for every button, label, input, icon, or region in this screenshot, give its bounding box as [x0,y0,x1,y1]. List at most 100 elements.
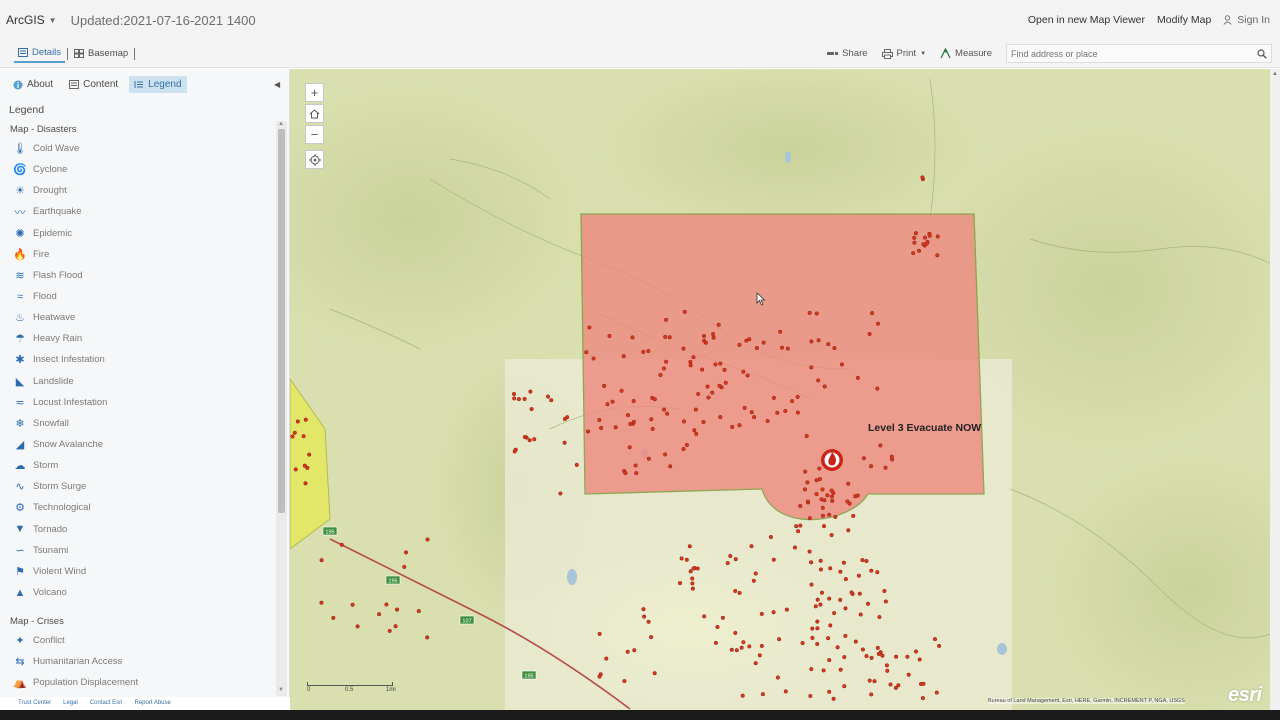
fire-point[interactable] [870,311,875,316]
fire-point[interactable] [718,361,723,366]
fire-point[interactable] [790,399,795,404]
fire-point[interactable] [684,557,689,562]
fire-point[interactable] [705,384,710,389]
fire-point[interactable] [912,240,917,245]
fire-point[interactable] [701,334,707,339]
fire-point[interactable] [853,639,858,644]
fire-point[interactable] [522,434,527,440]
fire-point[interactable] [885,668,890,673]
fire-point[interactable] [691,566,696,571]
fire-point[interactable] [771,557,776,562]
fire-point[interactable] [722,367,727,372]
fire-point[interactable] [827,596,832,601]
fire-point[interactable] [810,635,815,640]
fire-point[interactable] [815,641,820,647]
fire-point[interactable] [798,523,803,528]
fire-point[interactable] [597,418,602,423]
fire-point[interactable] [816,378,821,383]
fire-point[interactable] [857,591,862,596]
legend-scrollbar[interactable]: ▲ ▼ [276,121,287,696]
fire-point[interactable] [771,395,776,400]
locate-button[interactable] [305,150,324,169]
fire-point[interactable] [883,599,888,604]
fire-point[interactable] [803,469,808,474]
fire-point[interactable] [663,334,668,339]
fire-point[interactable] [828,566,833,571]
fire-point[interactable] [820,505,825,510]
fire-point[interactable] [562,440,567,445]
fire-point[interactable] [331,615,336,620]
fire-point[interactable] [661,407,667,412]
fire-point[interactable] [832,346,837,351]
fire-point[interactable] [681,346,686,351]
fire-point[interactable] [598,672,603,677]
fire-point[interactable] [384,602,389,607]
print-button[interactable]: Print ▼ [881,48,926,59]
fire-point[interactable] [818,567,823,572]
fire-point[interactable] [875,645,880,650]
fire-point[interactable] [584,350,589,355]
fire-point[interactable] [319,600,324,605]
fire-point[interactable] [809,582,814,587]
fire-point[interactable] [937,643,942,648]
fire-point[interactable] [293,467,298,472]
fire-point[interactable] [646,456,651,461]
fire-point[interactable] [619,388,624,393]
fire-point[interactable] [393,624,398,629]
wildfire-marker[interactable] [821,449,843,471]
fire-point[interactable] [730,424,735,430]
fire-point[interactable] [628,421,633,427]
fire-point[interactable] [690,586,695,591]
fire-point[interactable] [814,478,819,483]
fire-point[interactable] [832,611,837,616]
fire-point[interactable] [935,234,940,239]
fire-point[interactable] [906,672,911,677]
fire-point[interactable] [883,465,888,470]
fire-point[interactable] [814,311,819,316]
scroll-up-icon[interactable]: ▲ [278,121,284,127]
fire-point[interactable] [827,658,832,663]
fire-point[interactable] [706,395,711,400]
contact-esri-link[interactable]: Contact Esri [90,700,123,706]
fire-point[interactable] [775,675,780,680]
fire-point[interactable] [867,331,872,337]
fire-point[interactable] [813,604,818,609]
fire-point[interactable] [765,418,770,424]
fire-point[interactable] [820,487,825,492]
fire-point[interactable] [668,464,673,469]
fire-point[interactable] [807,310,812,315]
fire-point[interactable] [319,558,324,563]
fire-point[interactable] [522,396,527,402]
fire-point[interactable] [878,443,883,448]
fire-point[interactable] [809,667,814,672]
tab-about[interactable]: About [8,76,58,93]
fire-point[interactable] [860,647,865,652]
tab-legend[interactable]: Legend [129,76,187,93]
fire-point[interactable] [387,628,392,633]
fire-point[interactable] [585,429,591,434]
fire-point[interactable] [753,571,758,576]
fire-point[interactable] [649,417,654,422]
fire-point[interactable] [527,438,532,443]
fire-point[interactable] [605,402,610,407]
fire-point[interactable] [869,692,874,697]
fire-point[interactable] [804,434,809,439]
fire-point[interactable] [558,491,563,496]
tab-basemap[interactable]: Basemap [70,45,132,62]
fire-point[interactable] [512,396,517,401]
search-button[interactable] [1253,45,1271,62]
fire-point[interactable] [825,493,830,498]
fire-point[interactable] [851,513,856,518]
fire-point[interactable] [679,556,684,561]
fire-point[interactable] [733,630,738,635]
share-button[interactable]: Share [827,48,868,59]
legal-link[interactable]: Legal [63,700,78,706]
page-scrollbar[interactable]: ▲ [1270,69,1280,710]
fire-point[interactable] [913,649,919,654]
fire-point[interactable] [855,493,860,498]
fire-point[interactable] [778,329,783,334]
fire-point[interactable] [882,588,887,594]
fire-point[interactable] [775,410,780,415]
fire-point[interactable] [684,442,689,448]
fire-point[interactable] [877,614,882,620]
